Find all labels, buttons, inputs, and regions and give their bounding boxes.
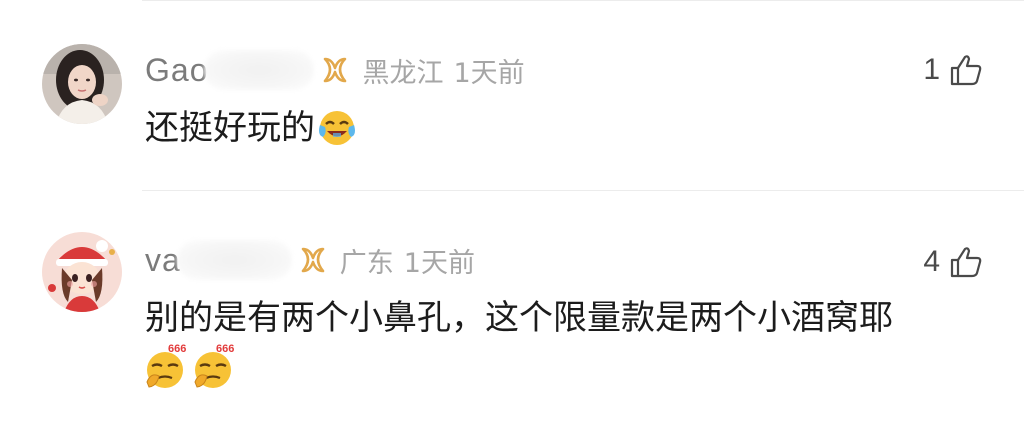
comment-item: va 广东 1天前 4 别的是有两个小鼻孔，这个限量款是两个小酒窝耶 666 6… [0, 190, 1024, 422]
username[interactable]: Gao [145, 52, 208, 89]
emoji-caption: 666 [168, 343, 186, 355]
like-button[interactable]: 4 [923, 242, 984, 282]
comment-meta: va 广东 1天前 [145, 240, 475, 280]
avatar[interactable] [42, 44, 122, 124]
avatar[interactable] [42, 232, 122, 312]
thumb-up-icon[interactable] [948, 52, 984, 88]
comment-time: 1天前 [453, 57, 525, 89]
comment-text-content: 还挺好玩的 [145, 108, 315, 148]
comment-meta: Gao 黑龙江 1天前 [145, 50, 525, 90]
vip-icon [301, 247, 325, 273]
thinking-666-emoji: 666 [194, 343, 234, 388]
comment-text: 还挺好玩的 [145, 104, 357, 152]
redacted-name-blur [176, 240, 292, 280]
comment-location: 黑龙江 [362, 57, 444, 89]
vip-icon [324, 57, 347, 83]
redacted-name-blur [204, 50, 315, 90]
like-count: 1 [923, 53, 940, 86]
comment-item: Gao 黑龙江 1天前 1 还挺好玩的 [0, 0, 1024, 190]
laughing-crying-emoji [319, 111, 355, 145]
thinking-666-emoji: 666 [146, 343, 186, 388]
comment-time: 1天前 [403, 247, 475, 279]
username[interactable]: va [145, 242, 181, 279]
comment-text: 别的是有两个小鼻孔，这个限量款是两个小酒窝耶 [145, 298, 893, 338]
emoji-row: 666 666 [143, 342, 237, 390]
comment-location: 广东 [339, 247, 394, 279]
thumb-up-icon[interactable] [948, 244, 984, 280]
like-button[interactable]: 1 [923, 50, 984, 90]
like-count: 4 [923, 245, 940, 278]
emoji-caption: 666 [216, 343, 234, 355]
